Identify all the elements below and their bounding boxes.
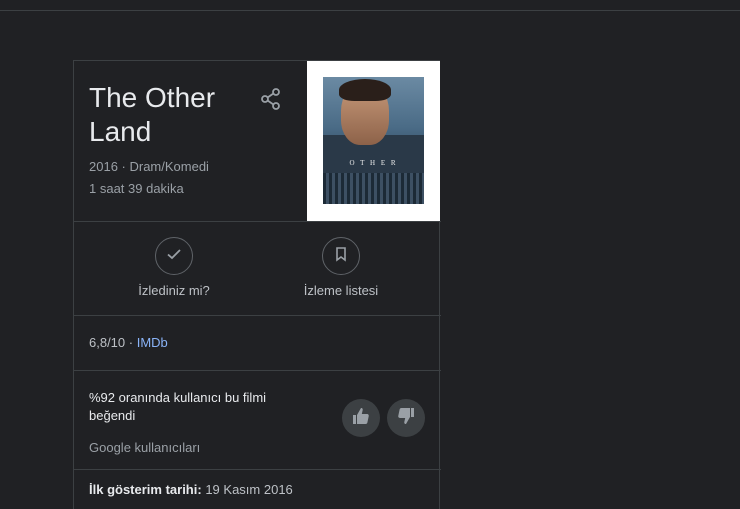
watched-button[interactable]: İzlediniz mi?: [114, 237, 234, 298]
audience-source: Google kullanıcıları: [89, 440, 201, 455]
top-divider: [0, 10, 740, 11]
divider: [74, 315, 441, 316]
share-icon[interactable]: [259, 87, 283, 111]
movie-title: The Other Land: [89, 82, 216, 147]
rating-row: 6,8/10 · IMDb: [89, 335, 168, 350]
divider: [74, 370, 441, 371]
poster-image: O T H E R: [323, 77, 424, 204]
page: The Other Land O T H E R 2016 · Dram/Kom…: [0, 0, 740, 509]
audience-liked-text: %92 oranında kullanıcı bu filmi beğendi: [89, 390, 267, 423]
bookmark-icon: [332, 245, 350, 268]
watched-circle[interactable]: [155, 237, 193, 275]
release-label: İlk gösterim tarihi:: [89, 482, 202, 497]
thumbs-down-button[interactable]: [387, 399, 425, 437]
poster-text: O T H E R: [349, 159, 398, 167]
rating-score: 6,8/10 ·: [89, 335, 134, 350]
watchlist-button[interactable]: İzleme listesi: [281, 237, 401, 298]
watched-label: İzlediniz mi?: [138, 283, 210, 298]
knowledge-panel: The Other Land O T H E R 2016 · Dram/Kom…: [73, 60, 441, 509]
poster-hair: [339, 79, 391, 101]
thumbs-up-icon: [351, 406, 371, 431]
checkmark-icon: [165, 245, 183, 268]
movie-duration: 1 saat 39 dakika: [89, 181, 184, 196]
thumbs-down-icon: [396, 406, 416, 431]
watchlist-label: İzleme listesi: [303, 283, 379, 298]
divider: [74, 221, 441, 222]
release-value: 19 Kasım 2016: [205, 482, 293, 497]
poster-crowd: [323, 173, 424, 204]
divider: [74, 469, 441, 470]
release-date-row: İlk gösterim tarihi: 19 Kasım 2016: [89, 482, 293, 497]
imdb-link[interactable]: IMDb: [137, 335, 168, 350]
movie-year-genre: 2016 · Dram/Komedi: [89, 159, 209, 174]
watchlist-circle[interactable]: [322, 237, 360, 275]
movie-poster[interactable]: O T H E R: [307, 61, 440, 221]
thumbs-up-button[interactable]: [342, 399, 380, 437]
